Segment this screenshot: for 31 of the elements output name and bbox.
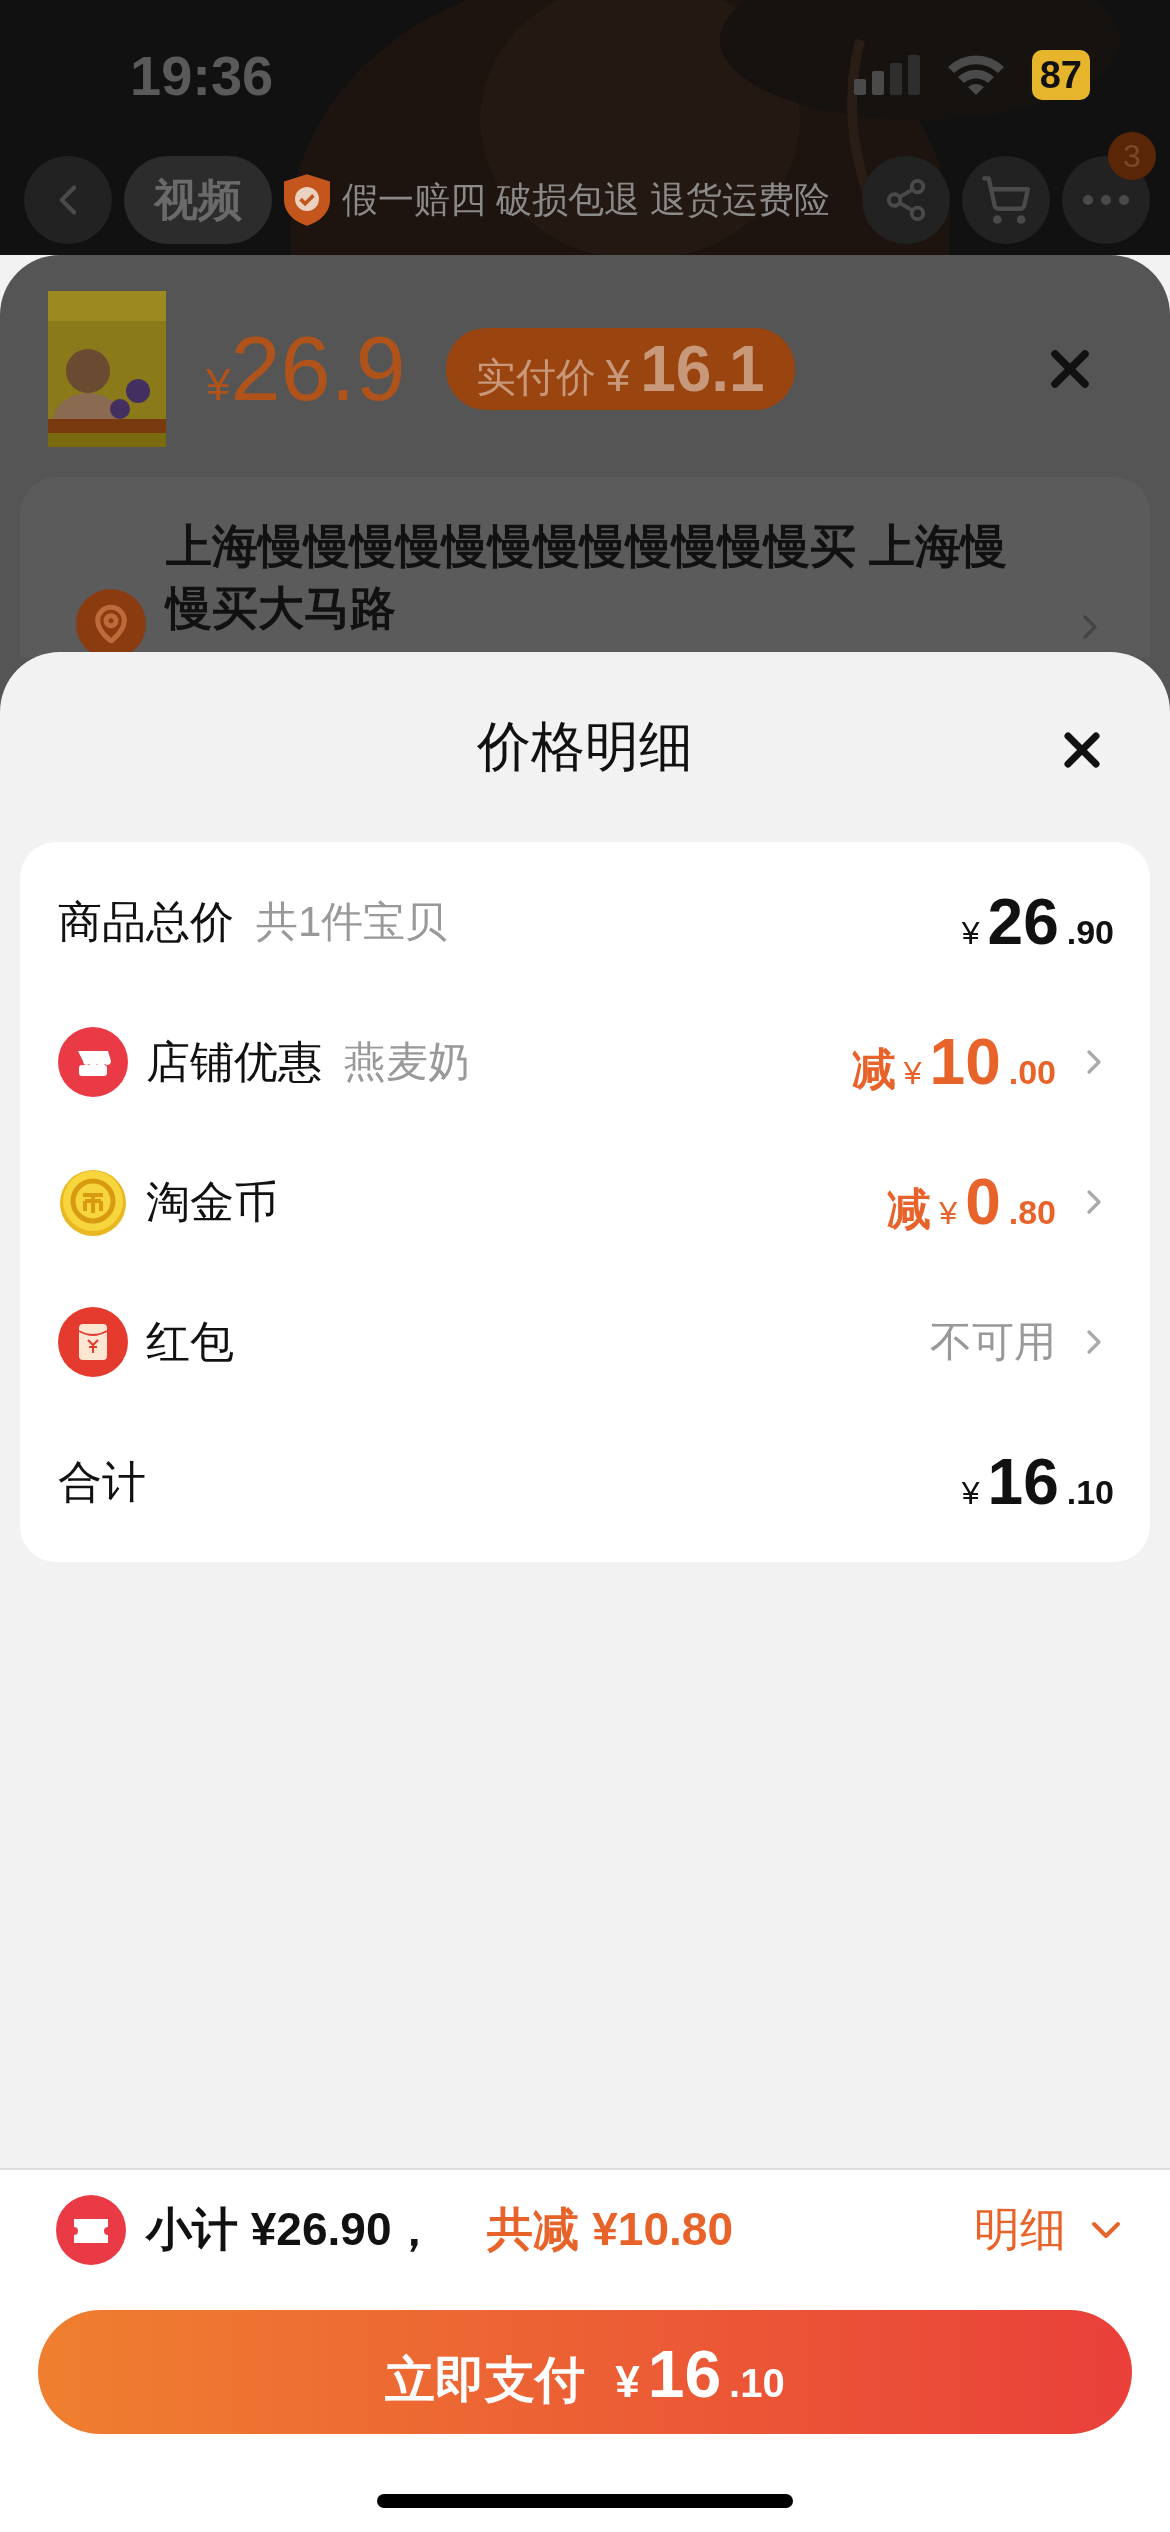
row-label: 合计 — [58, 1455, 146, 1508]
row-label: 红包 — [146, 1315, 234, 1368]
envelope-icon — [58, 1307, 128, 1377]
status-time: 19:36 — [130, 42, 274, 108]
store-icon — [58, 1027, 128, 1097]
more-icon — [1083, 195, 1129, 205]
row-label: 商品总价 — [58, 895, 234, 948]
row-note: 共1件宝贝 — [256, 897, 448, 947]
guarantee-text: 假一赔四 破损包退 退货运费险 — [342, 177, 830, 222]
cart-icon — [980, 174, 1032, 226]
shield-check-icon — [284, 174, 330, 226]
discount-amount: 减 ¥0.80 — [887, 1165, 1056, 1239]
ticket-icon — [56, 2195, 126, 2265]
discount-total: 共减 ¥10.80 — [487, 2202, 733, 2257]
status-text: 不可用 — [930, 1317, 1056, 1367]
delivery-address: 上海慢慢慢慢慢慢慢慢慢慢慢慢买 上海慢慢买大马路 — [166, 519, 1008, 636]
row-note: 燕麦奶 — [344, 1037, 470, 1087]
sheet-title: 价格明细 — [477, 714, 693, 778]
price-amount: ¥16.10 — [961, 1445, 1114, 1519]
row-label: 店铺优惠 — [146, 1035, 322, 1088]
pay-now-button[interactable]: 立即支付 ¥16.10 — [38, 2310, 1132, 2434]
signal-icon — [853, 55, 920, 95]
subtotal-text: 小计 ¥26.90， — [146, 2202, 438, 2257]
details-toggle[interactable]: 明细 — [974, 2199, 1130, 2261]
price-amount: ¥26.90 — [961, 885, 1114, 959]
actual-price-tag: 实付价 ¥16.1 — [445, 328, 795, 410]
coin-icon — [58, 1167, 128, 1237]
battery-level: 87 — [1031, 50, 1090, 100]
row-label: 淘金币 — [146, 1175, 278, 1228]
discount-amount: 减 ¥10.00 — [851, 1025, 1056, 1099]
product-price: ¥26.9 — [206, 317, 406, 421]
